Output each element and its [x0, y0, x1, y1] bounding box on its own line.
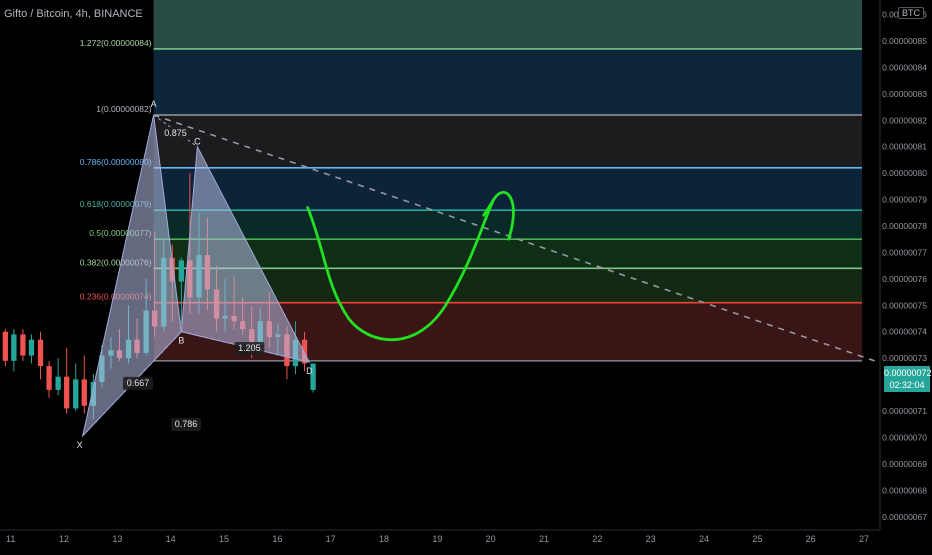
currency-tag: BTC: [898, 7, 924, 19]
candle-body: [178, 260, 184, 282]
time-tick-label: 18: [379, 534, 389, 544]
price-tick-label: 0.00000082: [882, 115, 927, 125]
time-tick-label: 11: [6, 534, 15, 544]
time-tick-label: 17: [326, 534, 336, 544]
price-tick-label: 0.00000085: [882, 36, 927, 46]
price-tick-label: 0.00000077: [882, 247, 927, 257]
candle-body: [81, 379, 87, 406]
pattern-point-label-a: A: [151, 99, 157, 109]
time-tick-label: 26: [806, 534, 816, 544]
pattern-point-label-x: X: [77, 440, 83, 450]
candle-body: [55, 376, 61, 390]
price-tick-label: 0.00000081: [882, 142, 927, 152]
time-tick-label: 27: [859, 534, 869, 544]
time-tick-label: 12: [59, 534, 69, 544]
last-price-value: 0.00000072: [884, 368, 932, 378]
price-tick-label: 0.00000084: [882, 62, 927, 72]
last-price-badge: 0.00000072 02:32:04: [884, 366, 932, 392]
pattern-point-label-b: B: [178, 336, 184, 346]
time-tick-label: 24: [699, 534, 709, 544]
time-tick-label: 13: [112, 534, 122, 544]
price-tick-label: 0.00000075: [882, 300, 927, 310]
price-tick-label: 0.00000070: [882, 432, 927, 442]
time-tick-label: 20: [486, 534, 496, 544]
pattern-point-label-d: D: [306, 366, 313, 376]
candle-body: [37, 339, 44, 367]
fib-zone: [153, 0, 863, 49]
ratio-label: 0.875: [164, 128, 187, 138]
fib-level-label: 1(0.00000082): [96, 104, 151, 114]
price-tick-label: 0.00000073: [882, 353, 927, 363]
chart-svg: 1.272(0.00000084) 1(0.00000082) 0.786(0.00…: [0, 0, 932, 550]
candle-body: [20, 334, 26, 356]
candle-body: [46, 366, 52, 390]
time-tick-label: 25: [752, 534, 762, 544]
price-tick-label: 0.00000069: [882, 459, 927, 469]
candle-body: [64, 376, 70, 409]
price-tick-label: 0.00000068: [882, 485, 927, 495]
fib-zone: [153, 210, 863, 240]
price-tick-label: 0.00000074: [882, 327, 927, 337]
price-tick-label: 0.00000079: [882, 195, 927, 205]
price-tick-label: 0.00000071: [882, 406, 927, 416]
fib-zone: [153, 167, 863, 211]
time-tick-label: 16: [272, 534, 282, 544]
symbol-title: Gifto / Bitcoin, 4h, BINANCE: [4, 8, 143, 20]
price-tick-label: 0.00000080: [882, 168, 927, 178]
fib-zone: [153, 114, 863, 168]
chart-area[interactable]: 1.272(0.00000084) 1(0.00000082) 0.786(0.00…: [0, 0, 932, 550]
time-tick-label: 14: [166, 534, 176, 544]
fib-zone: [153, 239, 863, 269]
ratio-label: 0.667: [127, 378, 150, 388]
bar-countdown: 02:32:04: [889, 380, 925, 390]
time-tick-label: 21: [539, 534, 549, 544]
fib-level-label: 1.272(0.00000084): [80, 38, 152, 48]
candle-body: [11, 334, 17, 361]
candle-body: [28, 339, 35, 356]
time-tick-label: 15: [219, 534, 229, 544]
pattern-point-label-c: C: [194, 137, 201, 147]
price-tick-label: 0.00000067: [882, 512, 927, 522]
ratio-label: 1.205: [238, 343, 261, 353]
candle-body: [2, 331, 8, 361]
candle-body: [73, 379, 79, 409]
time-tick-label: 23: [646, 534, 656, 544]
ratio-label: 0.786: [175, 419, 198, 429]
time-tick-label: 22: [592, 534, 602, 544]
price-tick-label: 0.00000078: [882, 221, 927, 231]
time-tick-label: 19: [432, 534, 442, 544]
price-tick-label: 0.00000076: [882, 274, 927, 284]
price-tick-label: 0.00000083: [882, 89, 927, 99]
fib-level-label: 0.786(0.00000080): [80, 157, 152, 167]
fib-zone: [153, 48, 863, 115]
